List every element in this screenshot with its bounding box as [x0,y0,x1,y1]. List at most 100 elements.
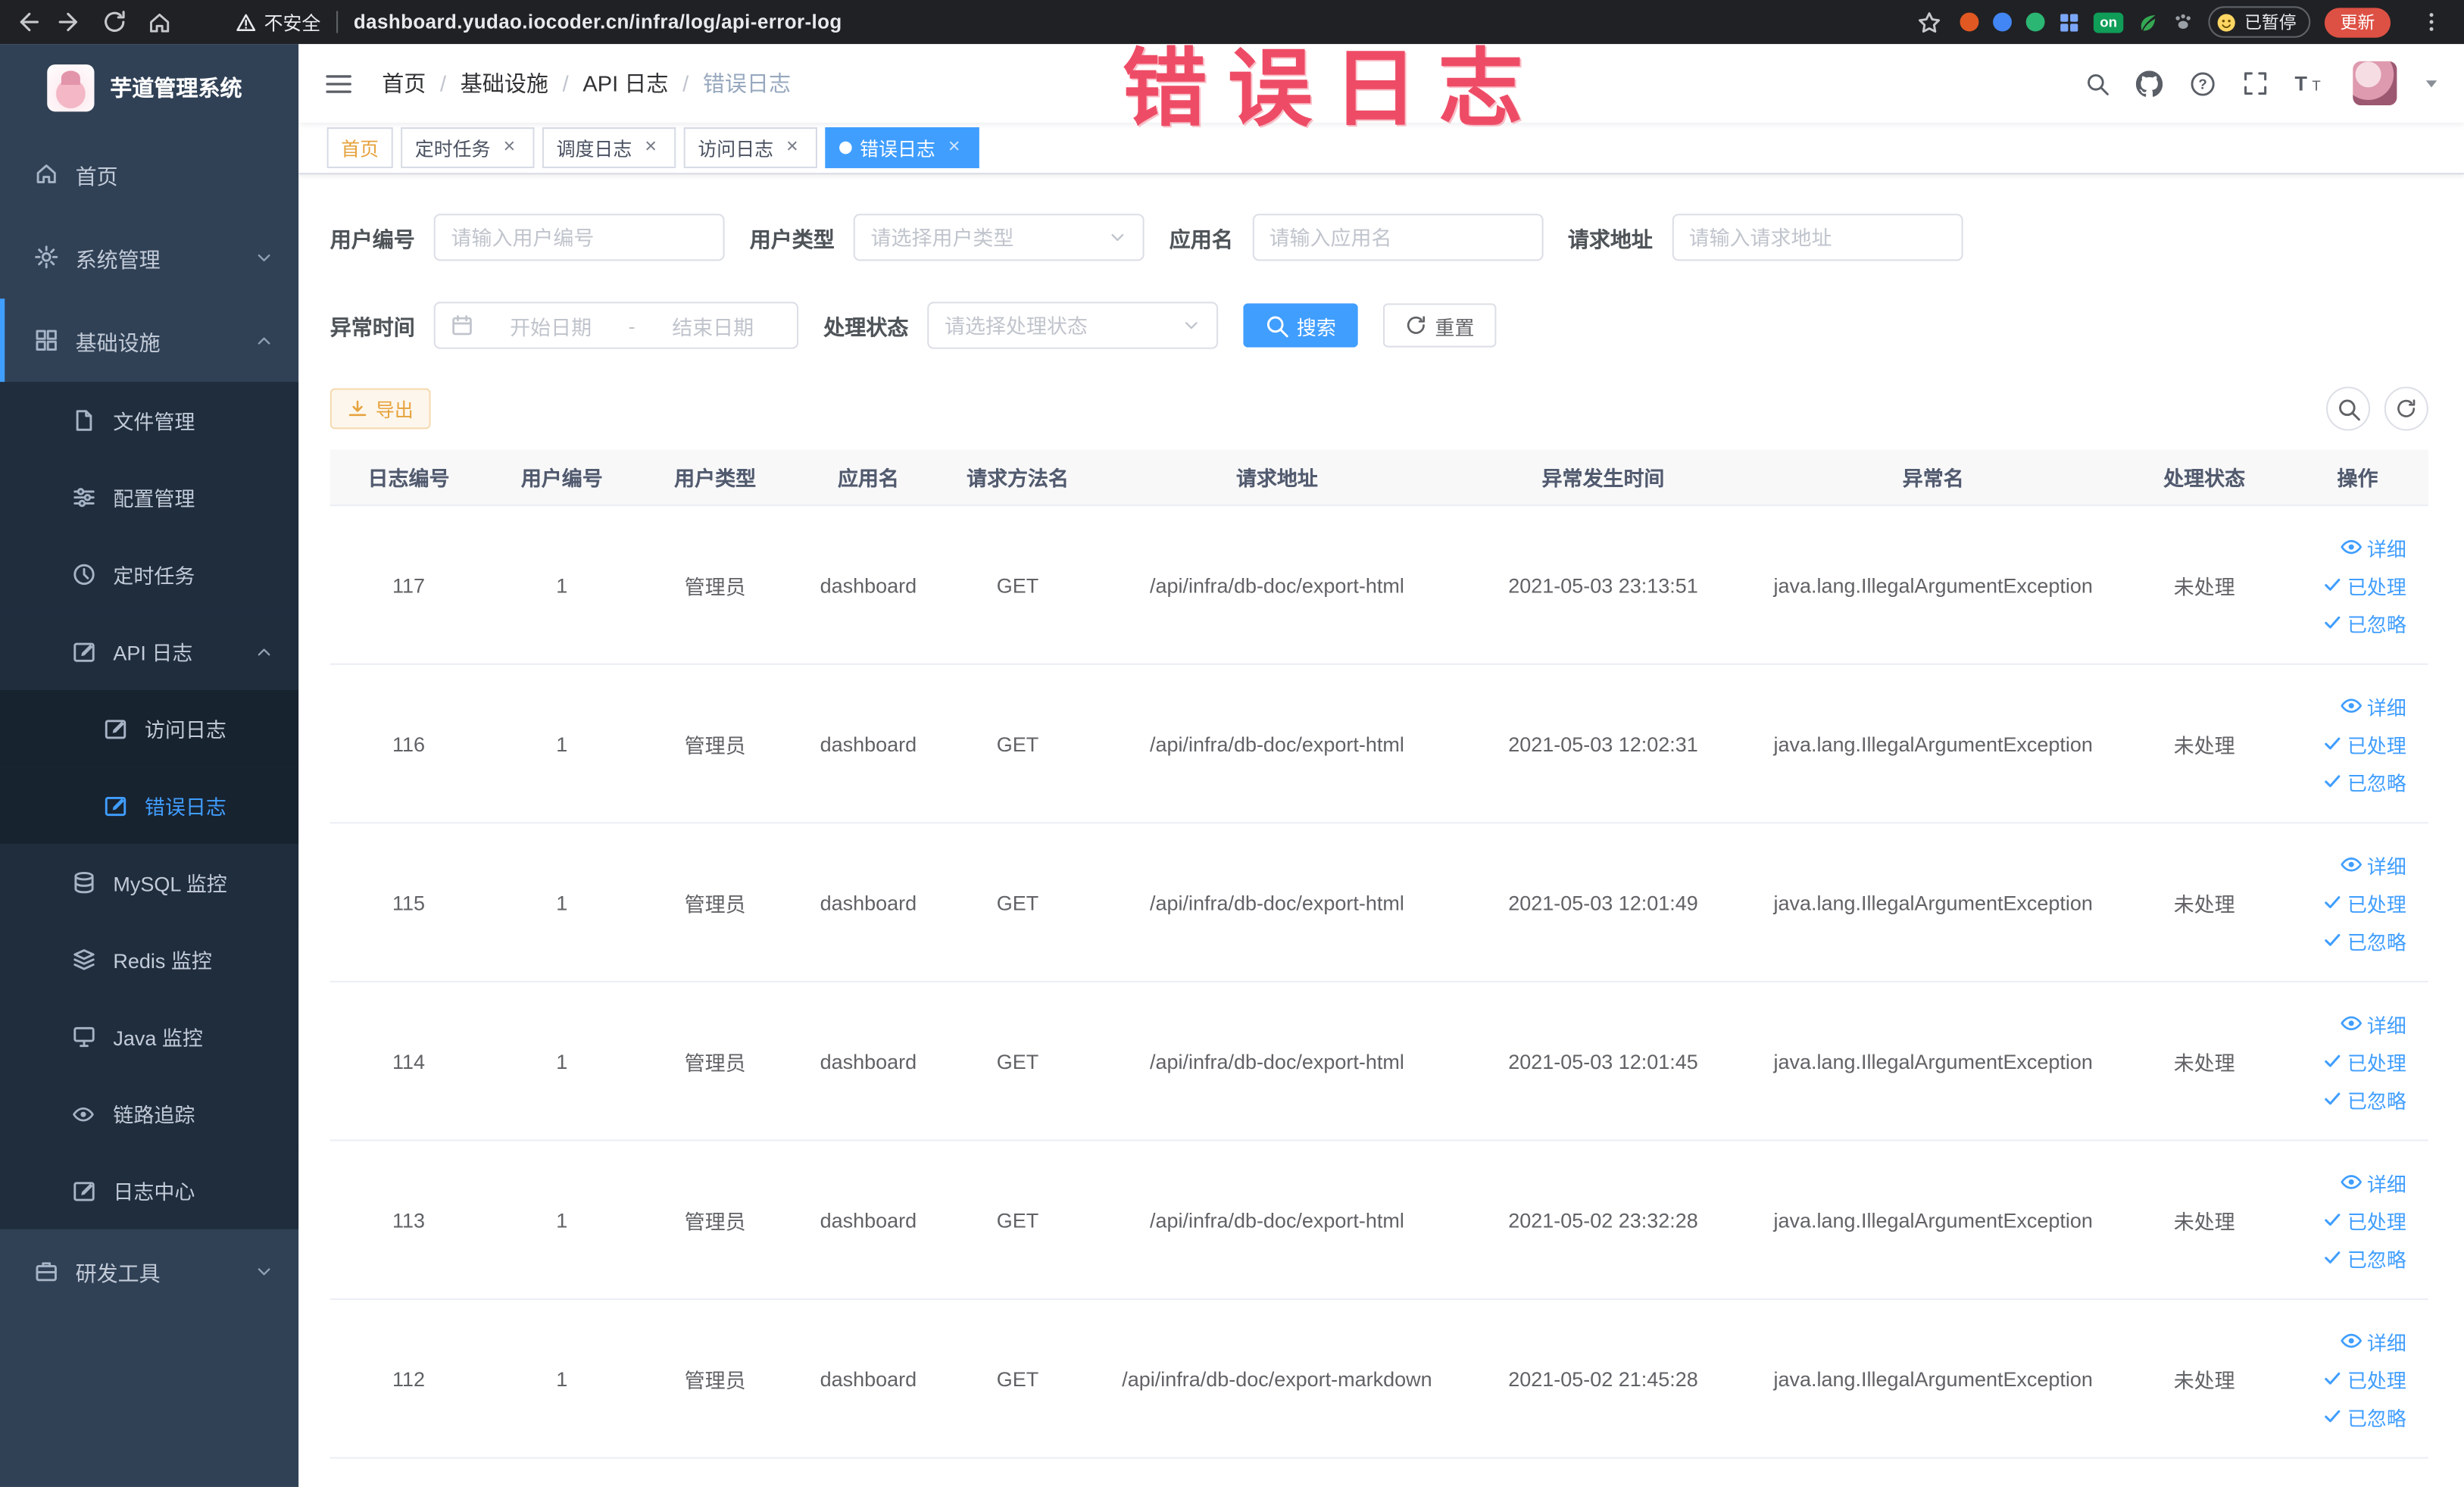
check-icon [2324,930,2343,949]
github-icon[interactable] [2135,70,2163,96]
mark-ignored-link[interactable]: 已忽略 [2324,767,2406,796]
sidebar-item[interactable]: 研发工具 [0,1229,298,1313]
tab-close-icon[interactable]: × [498,135,520,159]
user-type-select-input[interactable] [870,225,1099,249]
tab[interactable]: 错误日志 × [825,127,979,169]
toggle-search-button[interactable] [2326,386,2371,431]
sidebar-logo[interactable]: 芋道管理系统 [0,44,298,132]
mark-processed-link[interactable]: 已处理 [2324,887,2406,917]
sidebar-item[interactable]: 文件管理 [0,382,299,459]
export-button[interactable]: 导出 [329,388,431,430]
tab-close-icon[interactable]: × [640,135,662,159]
hamburger-icon[interactable] [323,70,353,96]
fontsize-icon[interactable]: TT [2295,70,2327,95]
fullscreen-icon[interactable] [2243,70,2268,95]
sidebar-item[interactable]: Redis 监控 [0,920,299,998]
mark-processed-link[interactable]: 已处理 [2324,570,2406,599]
url-text[interactable]: dashboard.yudao.iocoder.cn/infra/log/api… [354,11,842,33]
mark-processed-link[interactable]: 已处理 [2324,1204,2406,1234]
action-label: 已忽略 [2347,1248,2406,1271]
dots-vertical-icon[interactable] [2414,5,2449,39]
paw-icon[interactable] [2172,11,2194,33]
exception-time-range-picker[interactable]: 开始日期 - 结束日期 [433,301,799,349]
detail-link[interactable]: 详细 [2341,850,2406,879]
mark-ignored-link[interactable]: 已忽略 [2324,925,2406,954]
mark-ignored-link[interactable]: 已忽略 [2324,608,2406,637]
cell-user-id: 1 [556,573,568,597]
detail-link[interactable]: 详细 [2341,1326,2406,1355]
tab[interactable]: 定时任务 × [401,127,535,169]
security-indicator[interactable]: 不安全 [236,8,320,35]
reload-icon[interactable] [98,5,133,39]
user-type-select[interactable] [853,214,1145,261]
tab[interactable]: 首页 [326,127,393,169]
reset-button[interactable]: 重置 [1383,303,1497,348]
home-icon[interactable] [142,5,176,39]
cell-method: GET [996,1049,1039,1073]
sidebar-item[interactable]: API 日志 [0,613,299,690]
detail-link[interactable]: 详细 [2341,1008,2406,1038]
search-icon[interactable] [2086,71,2110,95]
sidebar-item[interactable]: 基础设施 [0,298,298,383]
mark-ignored-link[interactable]: 已忽略 [2324,1401,2406,1431]
extension-green-dot[interactable] [2025,12,2045,32]
extension-red-dot[interactable] [1960,12,1979,32]
breadcrumb-item[interactable]: 首页 [382,67,426,99]
detail-link[interactable]: 详细 [2341,1167,2406,1197]
forward-icon[interactable] [54,5,89,39]
mark-ignored-link[interactable]: 已忽略 [2324,1084,2406,1114]
search-button[interactable]: 搜索 [1243,303,1358,348]
date-range-separator: - [628,313,636,338]
caret-down-icon[interactable] [2424,76,2440,92]
breadcrumb-item[interactable]: 基础设施 [461,67,548,99]
mark-processed-link[interactable]: 已处理 [2324,1046,2406,1076]
extension-blue-dot[interactable] [1993,12,2012,32]
mark-processed-link[interactable]: 已处理 [2324,1364,2406,1393]
chrome-update-button[interactable]: 更新 [2324,7,2391,37]
grid4-icon[interactable] [2059,12,2079,33]
leaf-icon[interactable] [2138,12,2158,33]
mark-processed-link[interactable]: 已处理 [2324,729,2406,758]
download-icon [348,398,368,419]
sidebar-item-label: 日志中心 [113,1180,195,1204]
cell-time: 2021-05-03 12:01:45 [1508,1049,1698,1073]
process-status-select[interactable] [927,301,1219,349]
refresh-table-button[interactable] [2384,386,2428,431]
chevron-down-icon [255,1261,273,1280]
paused-extension-chip[interactable]: 已暂停 [2208,6,2311,38]
process-status-select-input[interactable] [945,313,1173,338]
star-icon[interactable] [1911,5,1946,39]
user-id-input[interactable] [451,225,707,249]
sidebar-item[interactable]: 日志中心 [0,1151,299,1229]
sidebar-item[interactable]: 链路追踪 [0,1075,299,1152]
sidebar-item[interactable]: 首页 [0,132,298,215]
cell-status: 未处理 [2173,1051,2235,1075]
detail-link[interactable]: 详细 [2341,532,2406,561]
layers-icon [72,948,97,971]
cell-url: /api/infra/db-doc/export-html [1149,573,1404,597]
back-icon[interactable] [9,5,44,39]
process-status-label: 处理状态 [823,316,909,340]
request-url-input[interactable] [1688,225,1945,249]
extension-on-badge[interactable]: on [2093,11,2124,33]
sidebar-item[interactable]: 系统管理 [0,215,298,298]
sidebar-item[interactable]: Java 监控 [0,998,299,1076]
sidebar-item[interactable]: 配置管理 [0,458,299,536]
cell-actions: 详细已处理已忽略 [2287,1326,2428,1431]
mark-ignored-link[interactable]: 已忽略 [2324,1242,2406,1272]
sidebar-item[interactable]: 访问日志 [0,689,299,767]
app-name-input[interactable] [1269,225,1526,249]
sidebar-item[interactable]: MySQL 监控 [0,844,299,921]
sidebar-item[interactable]: 定时任务 [0,536,299,614]
cell-exception: java.lang.IllegalArgumentException [1773,1207,2093,1232]
tab-close-icon[interactable]: × [781,135,803,159]
tab[interactable]: 访问日志 × [683,127,818,169]
tab-close-icon[interactable]: × [943,135,965,159]
tab[interactable]: 调度日志 × [542,127,676,169]
breadcrumb-item[interactable]: API 日志 [582,67,668,99]
question-icon[interactable]: ? [2189,70,2216,96]
action-label: 已处理 [2347,1052,2406,1075]
sidebar-item[interactable]: 错误日志 [0,767,299,845]
detail-link[interactable]: 详细 [2341,691,2406,720]
avatar[interactable] [2353,61,2397,106]
